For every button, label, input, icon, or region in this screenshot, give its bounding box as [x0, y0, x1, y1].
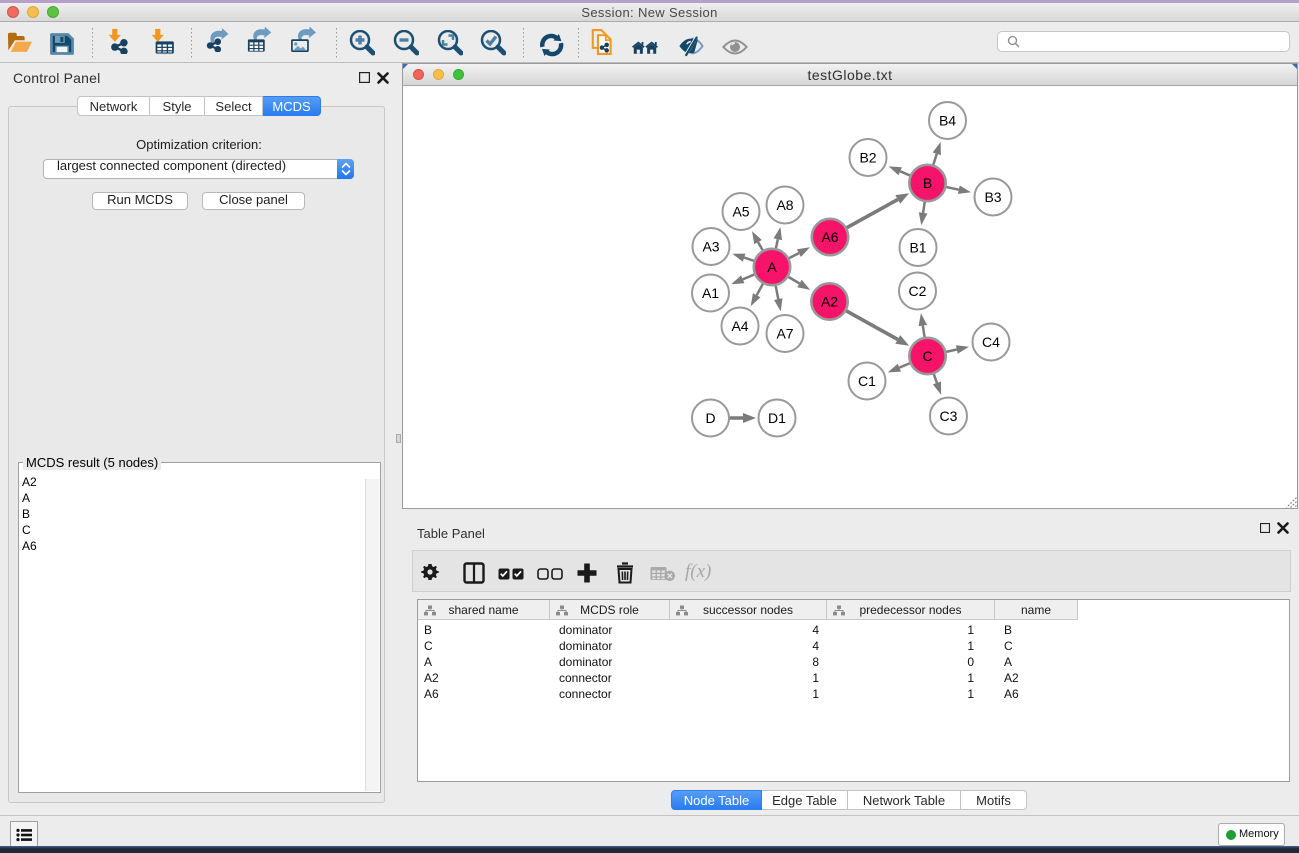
svg-text:A2: A2: [821, 294, 838, 310]
svg-text:A5: A5: [732, 204, 749, 220]
svg-text:B: B: [923, 175, 932, 191]
svg-text:C3: C3: [940, 408, 958, 424]
svg-text:C2: C2: [909, 283, 927, 299]
svg-text:B3: B3: [984, 189, 1001, 205]
svg-text:A: A: [767, 259, 777, 275]
svg-text:C: C: [922, 348, 932, 364]
svg-text:B2: B2: [859, 150, 876, 166]
svg-text:B4: B4: [939, 113, 956, 129]
svg-text:C1: C1: [858, 373, 876, 389]
svg-text:D: D: [705, 410, 715, 426]
svg-text:A8: A8: [776, 197, 793, 213]
svg-text:A4: A4: [731, 318, 748, 334]
svg-text:B1: B1: [909, 240, 926, 256]
svg-text:A3: A3: [702, 239, 719, 255]
svg-text:A6: A6: [821, 229, 838, 245]
svg-text:A1: A1: [702, 285, 719, 301]
svg-text:D1: D1: [768, 410, 786, 426]
svg-text:C4: C4: [982, 334, 1000, 350]
svg-text:A7: A7: [776, 326, 793, 342]
